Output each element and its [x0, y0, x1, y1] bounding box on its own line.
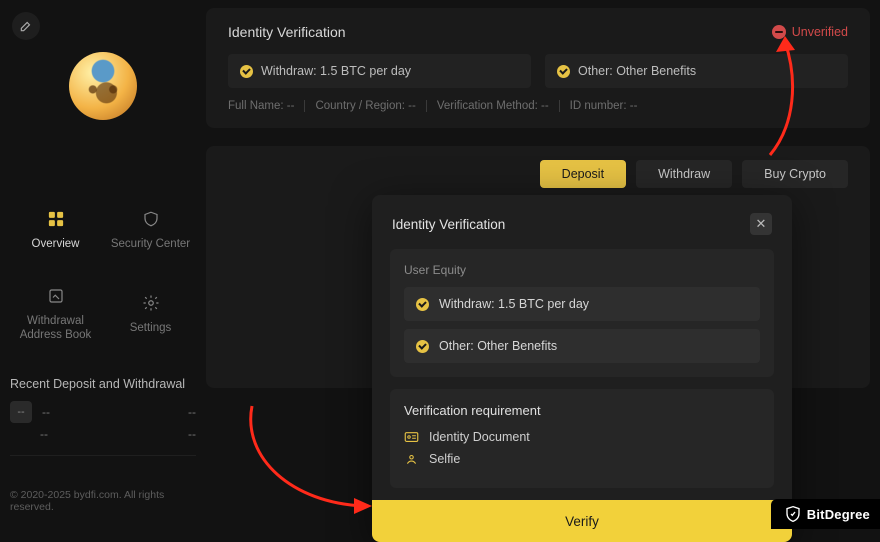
- copyright: © 2020-2025 bydfi.com. All rights reserv…: [8, 485, 198, 519]
- watermark-label: BitDegree: [807, 507, 870, 522]
- benefit-label: Withdraw: 1.5 BTC per day: [261, 64, 411, 78]
- recent-title: Recent Deposit and Withdrawal: [8, 377, 198, 401]
- equity-label: Other: Other Benefits: [439, 339, 557, 353]
- recent-row: -- -- --: [8, 401, 198, 423]
- req-selfie: Selfie: [404, 452, 760, 466]
- recent-cell: --: [40, 427, 48, 441]
- avatar-container: [8, 52, 198, 120]
- check-icon: [416, 298, 429, 311]
- info-region: Country / Region: --: [315, 100, 415, 112]
- info-method: Verification Method: --: [437, 100, 549, 112]
- benefit-withdraw: Withdraw: 1.5 BTC per day: [228, 54, 531, 88]
- info-fullname: Full Name: --: [228, 100, 294, 112]
- sidebar-item-label: Settings: [130, 321, 172, 335]
- check-icon: [557, 65, 570, 78]
- equity-other: Other: Other Benefits: [404, 329, 760, 363]
- user-equity-section: User Equity Withdraw: 1.5 BTC per day Ot…: [390, 249, 774, 377]
- identity-info-line: Full Name: -- Country / Region: -- Verif…: [228, 100, 848, 112]
- shield-icon: [140, 209, 162, 229]
- avatar[interactable]: [69, 52, 137, 120]
- grid-icon: [45, 209, 67, 229]
- info-idnum: ID number: --: [570, 100, 638, 112]
- check-icon: [416, 340, 429, 353]
- tab-withdraw[interactable]: Withdraw: [636, 160, 732, 188]
- recent-row: -- --: [8, 423, 198, 445]
- modal-title: Identity Verification: [392, 217, 505, 232]
- tab-deposit[interactable]: Deposit: [540, 160, 626, 188]
- status-label: Unverified: [792, 25, 848, 39]
- identity-verification-modal: Identity Verification ✕ User Equity With…: [372, 195, 792, 542]
- shield-icon: [785, 505, 801, 523]
- tab-buy-crypto[interactable]: Buy Crypto: [742, 160, 848, 188]
- close-button[interactable]: ✕: [750, 213, 772, 235]
- minus-circle-icon: [772, 25, 786, 39]
- section-title: Verification requirement: [404, 403, 760, 418]
- wallet-tabs: Deposit Withdraw Buy Crypto: [206, 146, 870, 188]
- benefit-label: Other: Other Benefits: [578, 64, 696, 78]
- sidebar-item-overview[interactable]: Overview: [8, 190, 103, 268]
- addressbook-icon: [45, 286, 67, 306]
- verification-requirement-section: Verification requirement Identity Docume…: [390, 389, 774, 488]
- edit-profile-button[interactable]: [12, 12, 40, 40]
- sidebar-item-label: Overview: [32, 237, 80, 251]
- id-card-icon: [404, 430, 419, 444]
- sidebar-item-security[interactable]: Security Center: [103, 190, 198, 268]
- sidebar-nav: Overview Security Center Withdrawal Addr…: [8, 190, 198, 355]
- identity-panel: Identity Verification Unverified Withdra…: [206, 8, 870, 128]
- req-identity-document: Identity Document: [404, 430, 760, 444]
- recent-placeholder-badge: --: [10, 401, 32, 423]
- panel-title: Identity Verification: [228, 24, 346, 40]
- section-label: User Equity: [404, 263, 760, 277]
- recent-cell: --: [188, 405, 196, 419]
- sidebar-item-label: Security Center: [111, 237, 190, 251]
- selfie-icon: [404, 452, 419, 466]
- close-icon: ✕: [756, 216, 767, 232]
- sidebar-item-address-book[interactable]: Withdrawal Address Book: [8, 272, 103, 355]
- recent-cell: --: [188, 427, 196, 441]
- verify-button[interactable]: Verify: [372, 500, 792, 542]
- sidebar: Overview Security Center Withdrawal Addr…: [0, 0, 206, 529]
- status-badge: Unverified: [772, 25, 848, 39]
- divider: [10, 455, 196, 456]
- check-icon: [240, 65, 253, 78]
- sidebar-item-settings[interactable]: Settings: [103, 272, 198, 355]
- benefit-other: Other: Other Benefits: [545, 54, 848, 88]
- recent-cell: --: [42, 405, 50, 419]
- gear-icon: [140, 293, 162, 313]
- req-label: Identity Document: [429, 430, 530, 444]
- equity-label: Withdraw: 1.5 BTC per day: [439, 297, 589, 311]
- equity-withdraw: Withdraw: 1.5 BTC per day: [404, 287, 760, 321]
- req-label: Selfie: [429, 452, 460, 466]
- sidebar-item-label: Withdrawal Address Book: [14, 314, 97, 343]
- watermark: BitDegree: [771, 499, 880, 529]
